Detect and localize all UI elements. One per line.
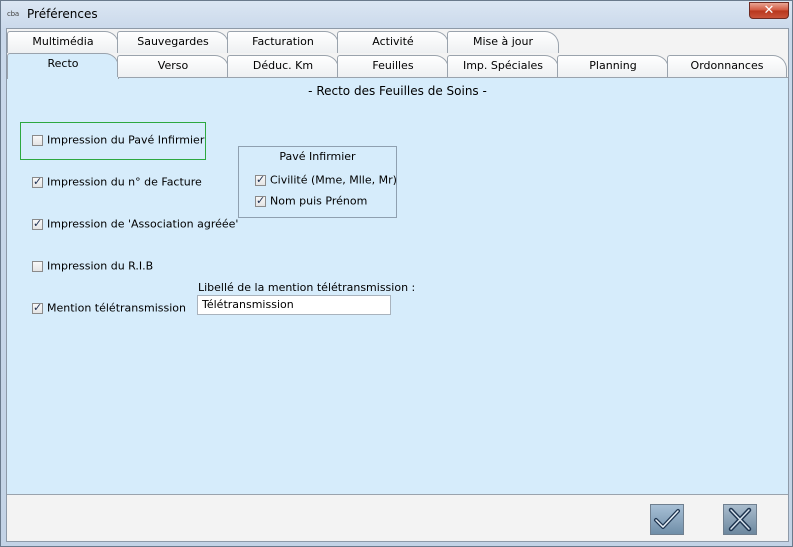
tab-row-back: Multimédia Sauvegardes Facturation Activ… [7, 29, 788, 53]
pave-infirmier-group: Pavé Infirmier Civilité (Mme, Mlle, Mr) … [238, 146, 397, 218]
group-title: Pavé Infirmier [279, 150, 356, 163]
checkbox-civilite[interactable] [255, 173, 266, 186]
mention-text-input[interactable]: Télétransmission [197, 295, 391, 315]
checkmark-icon [654, 509, 680, 529]
title-bar[interactable]: cba Préférences ✕ [1, 1, 792, 28]
client-area: Multimédia Sauvegardes Facturation Activ… [6, 28, 789, 542]
tab-multimedia[interactable]: Multimédia [7, 31, 119, 53]
option-mention-teletransmission[interactable]: Mention télétransmission [32, 301, 186, 317]
option-civilite[interactable]: Civilité (Mme, Mlle, Mr) [255, 173, 397, 189]
panel-title: - Recto des Feuilles de Soins - [308, 84, 487, 98]
checkbox-rib[interactable] [32, 260, 43, 272]
checkbox-pave-infirmier[interactable] [32, 134, 43, 146]
cancel-button[interactable] [723, 504, 757, 535]
cross-icon [728, 507, 752, 532]
option-association-agreee[interactable]: Impression de 'Association agréée' [32, 217, 238, 233]
window-title: Préférences [27, 7, 98, 21]
option-numero-facture[interactable]: Impression du n° de Facture [32, 175, 202, 191]
tab-verso[interactable]: Verso [117, 55, 229, 77]
tab-facturation[interactable]: Facturation [227, 31, 339, 53]
mention-field-label: Libellé de la mention télétransmission : [198, 281, 416, 294]
tab-planning[interactable]: Planning [557, 55, 669, 77]
checkbox-numero-facture[interactable] [32, 175, 43, 188]
ok-button[interactable] [650, 504, 684, 535]
app-icon: cba [7, 10, 19, 18]
window-close-button[interactable]: ✕ [749, 2, 789, 19]
option-pave-infirmier[interactable]: Impression du Pavé Infirmier [32, 133, 204, 149]
tab-deduc-km[interactable]: Déduc. Km [227, 55, 339, 77]
option-rib[interactable]: Impression du R.I.B [32, 259, 153, 275]
checkbox-association-agreee[interactable] [32, 217, 43, 230]
tab-ordonnances[interactable]: Ordonnances [667, 55, 787, 77]
recto-panel: - Recto des Feuilles de Soins - Impressi… [7, 77, 788, 495]
tab-sauvegardes[interactable]: Sauvegardes [117, 31, 229, 53]
tab-feuilles[interactable]: Feuilles [337, 55, 449, 77]
tab-row-front: Recto Verso Déduc. Km Feuilles Imp. Spéc… [7, 53, 788, 79]
close-icon: ✕ [763, 3, 775, 18]
option-nom-prenom[interactable]: Nom puis Prénom [255, 194, 367, 210]
checkbox-nom-prenom[interactable] [255, 194, 266, 207]
checkbox-mention-teletransmission[interactable] [32, 301, 43, 314]
tab-imp-speciales[interactable]: Imp. Spéciales [447, 55, 559, 77]
preferences-window: cba Préférences ✕ Multimédia Sauvegardes… [0, 0, 793, 547]
tab-activite[interactable]: Activité [337, 31, 449, 53]
tab-recto[interactable]: Recto [7, 53, 119, 79]
tab-mise-a-jour[interactable]: Mise à jour [447, 31, 559, 53]
